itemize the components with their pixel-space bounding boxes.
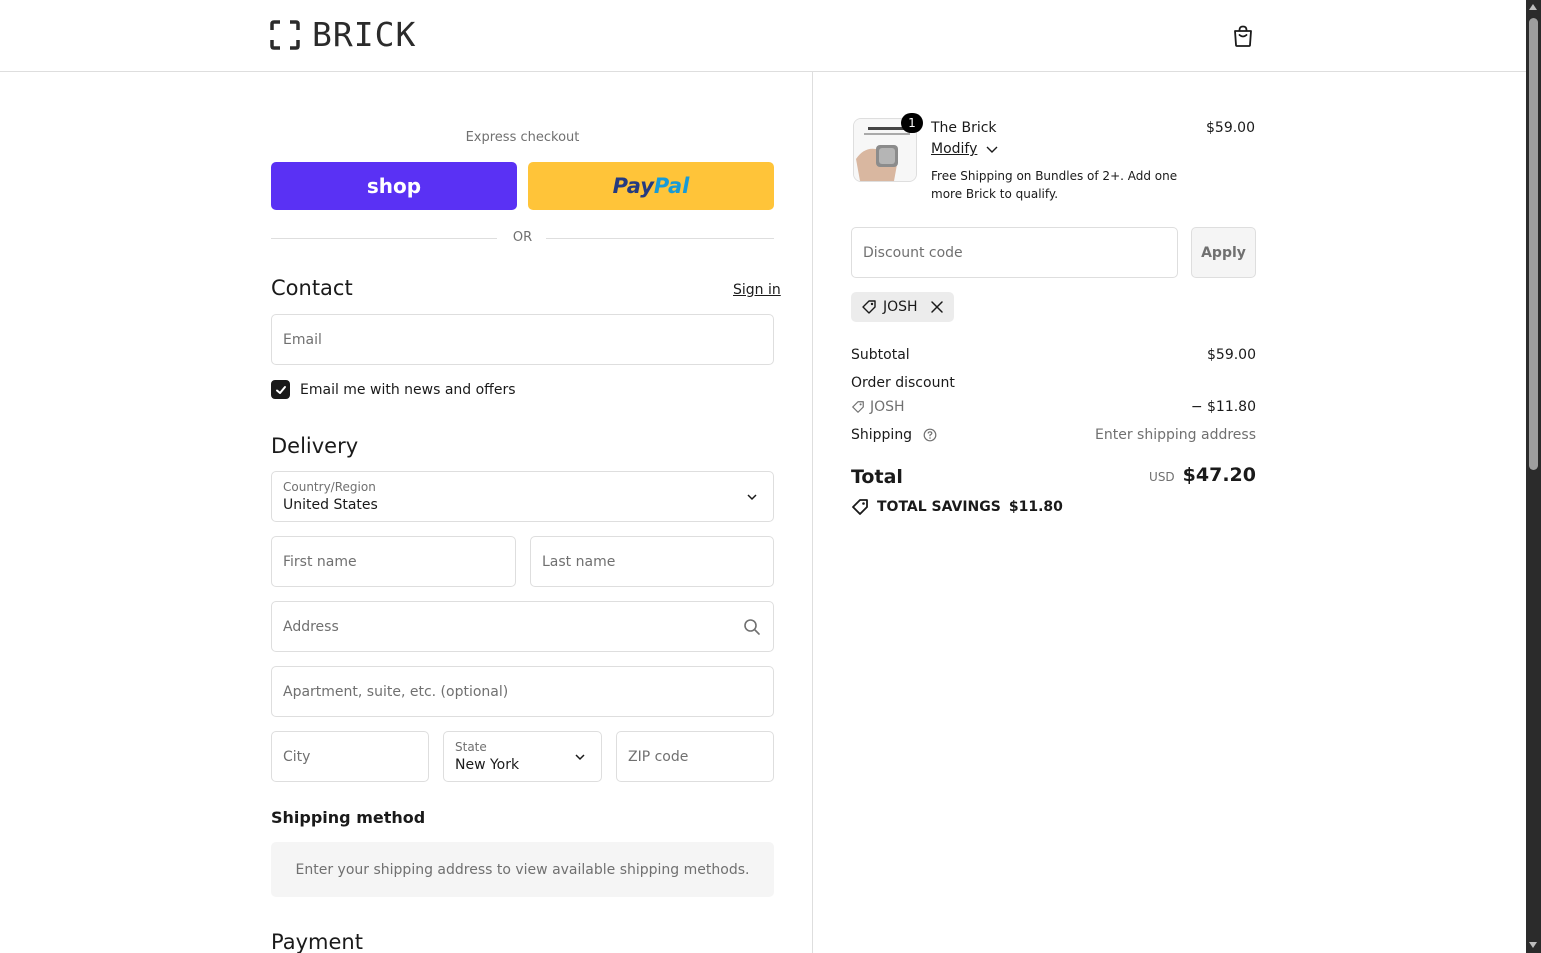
product-name: The Brick <box>931 120 997 136</box>
last-name-placeholder: Last name <box>542 554 616 570</box>
scrollbar-thumb[interactable] <box>1529 18 1538 470</box>
shipping-method-message: Enter your shipping address to view avai… <box>271 842 774 897</box>
city-placeholder: City <box>283 749 311 765</box>
tag-icon <box>852 499 868 515</box>
country-label: Country/Region <box>283 480 376 494</box>
email-field[interactable]: Email <box>271 314 774 365</box>
zip-field[interactable]: ZIP code <box>616 731 774 782</box>
state-value: New York <box>455 757 520 773</box>
paypal-label-pal: Pal <box>653 174 690 198</box>
country-value: United States <box>283 497 378 513</box>
help-circle-icon[interactable] <box>923 428 937 442</box>
applied-discount-code: JOSH <box>883 299 918 315</box>
product-price: $59.00 <box>1206 120 1255 136</box>
shipping-label: Shipping <box>851 427 913 443</box>
order-discount-label: Order discount <box>851 375 955 391</box>
apartment-field[interactable]: Apartment, suite, etc. (optional) <box>271 666 774 717</box>
or-divider-text: OR <box>512 230 533 245</box>
state-select[interactable]: State New York <box>443 731 602 782</box>
total-savings-row: TOTAL SAVINGS $11.80 <box>851 498 1063 516</box>
shopping-bag-icon[interactable] <box>1231 24 1255 48</box>
total-label: Total <box>851 466 903 488</box>
discount-code-label: JOSH <box>870 399 905 415</box>
order-discount-row: Order discount <box>851 375 1256 391</box>
email-placeholder: Email <box>283 332 322 348</box>
subtotal-row: Subtotal $59.00 <box>851 347 1256 363</box>
shipping-method-title: Shipping method <box>271 808 426 827</box>
discount-code-row: JOSH − $11.80 <box>851 399 1256 415</box>
apply-discount-button[interactable]: Apply <box>1191 227 1256 278</box>
newsletter-checkbox[interactable] <box>271 380 290 399</box>
search-icon <box>744 619 760 635</box>
close-icon[interactable] <box>930 300 944 314</box>
zip-placeholder: ZIP code <box>628 749 689 765</box>
brand-logo[interactable]: BRICK <box>270 18 416 52</box>
discount-code-input[interactable]: Discount code <box>851 227 1178 278</box>
product-note: Free Shipping on Bundles of 2+. Add one … <box>931 169 1178 201</box>
apartment-placeholder: Apartment, suite, etc. (optional) <box>283 684 509 700</box>
page-scrollbar[interactable] <box>1526 0 1541 953</box>
brick-frame-logo-icon <box>270 20 300 50</box>
discount-value: − $11.80 <box>1190 399 1256 415</box>
city-field[interactable]: City <box>271 731 429 782</box>
payment-title: Payment <box>271 930 363 953</box>
total-currency: USD <box>1149 470 1175 484</box>
modify-label: Modify <box>931 141 978 157</box>
state-label: State <box>455 740 487 754</box>
paypal-label-pay: Pay <box>612 174 654 198</box>
or-divider: OR <box>271 230 774 246</box>
chevron-down-icon <box>747 494 757 501</box>
subtotal-value: $59.00 <box>1207 347 1256 363</box>
quantity-badge: 1 <box>901 113 923 133</box>
total-value: $47.20 <box>1182 464 1256 486</box>
scroll-up-arrow-icon[interactable] <box>1529 4 1537 10</box>
total-row: Total USD $47.20 <box>851 464 1256 488</box>
chevron-down-icon <box>986 146 998 153</box>
order-summary: 1 The Brick Modify Free Shipping on Bund… <box>812 72 1526 953</box>
first-name-placeholder: First name <box>283 554 357 570</box>
shipping-value: Enter shipping address <box>1095 427 1256 443</box>
discount-placeholder: Discount code <box>863 245 963 261</box>
tag-icon <box>862 300 876 314</box>
paypal-button[interactable]: Pay Pal <box>528 162 774 210</box>
sign-in-link[interactable]: Sign in <box>733 282 781 298</box>
chevron-down-icon <box>575 754 585 761</box>
total-savings-label: TOTAL SAVINGS <box>877 499 1001 515</box>
tag-icon <box>852 401 864 413</box>
shop-pay-button[interactable]: shop <box>271 162 517 210</box>
country-select[interactable]: Country/Region United States <box>271 471 774 522</box>
total-savings-value: $11.80 <box>1008 499 1063 515</box>
express-checkout-label: Express checkout <box>465 130 580 145</box>
site-header: BRICK <box>0 0 1526 72</box>
brand-name: BRICK <box>312 15 417 54</box>
applied-discount-chip: JOSH <box>851 292 954 322</box>
shop-pay-label: shop <box>366 174 422 198</box>
newsletter-label: Email me with news and offers <box>300 381 516 398</box>
subtotal-label: Subtotal <box>851 347 910 363</box>
newsletter-checkbox-row[interactable]: Email me with news and offers <box>271 380 516 399</box>
address-field[interactable]: Address <box>271 601 774 652</box>
scroll-down-arrow-icon[interactable] <box>1529 942 1537 948</box>
shipping-row: Shipping Enter shipping address <box>851 427 1256 443</box>
modify-button[interactable]: Modify <box>931 141 999 157</box>
checkmark-icon <box>275 385 286 394</box>
first-name-field[interactable]: First name <box>271 536 516 587</box>
last-name-field[interactable]: Last name <box>530 536 774 587</box>
checkout-form: Express checkout shop Pay Pal OR Contact … <box>0 72 812 953</box>
delivery-title: Delivery <box>271 434 359 458</box>
contact-title: Contact <box>271 276 353 300</box>
address-placeholder: Address <box>283 619 339 635</box>
